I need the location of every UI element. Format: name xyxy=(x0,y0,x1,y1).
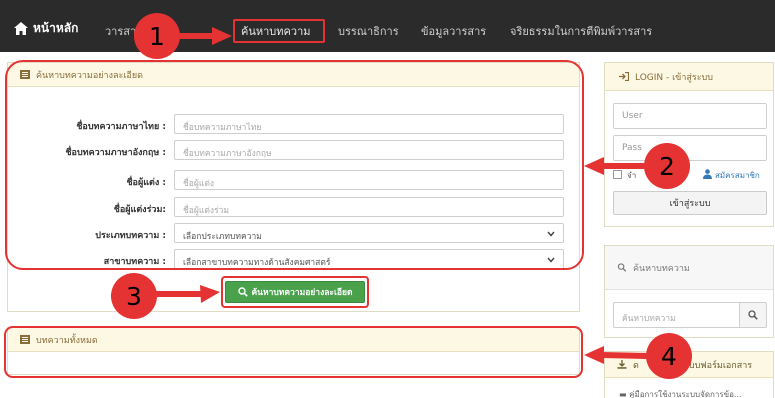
callout-1: 1 xyxy=(134,13,180,59)
sidebar-search-input[interactable]: ค้นหาบทความ xyxy=(613,302,740,328)
register-link[interactable]: สมัครสมาชิก xyxy=(715,169,760,182)
nav-item-ethics[interactable]: จริยธรรมในการตีพิมพ์วารสาร xyxy=(510,22,652,40)
annotation-box-all-articles xyxy=(4,326,583,378)
download-item-label: คู่มือการใช้งานระบบจัดการข้อ... xyxy=(629,390,742,398)
home-icon xyxy=(14,21,28,35)
annotation-box-nav xyxy=(233,19,325,43)
search-icon xyxy=(748,310,758,320)
arrow-4-head xyxy=(584,346,604,364)
download-item[interactable]: ▬ คู่มือการใช้งานระบบจัดการข้อ... xyxy=(619,388,742,398)
callout-3: 3 xyxy=(111,273,157,319)
nav-home-label: หน้าหลัก xyxy=(33,20,79,35)
login-header: LOGIN - เข้าสู่ระบบ xyxy=(605,63,773,91)
nav-item-editors[interactable]: บรรณาธิการ xyxy=(338,22,399,40)
downloads-title-start: ด xyxy=(633,360,639,371)
sidebar-search-header: ค้นหาบทความ xyxy=(605,246,773,290)
user-input[interactable]: User xyxy=(613,103,767,129)
sidebar-search-panel: ค้นหาบทความ ค้นหาบทความ xyxy=(604,245,774,338)
password-input[interactable]: Pass xyxy=(613,135,767,161)
downloads-title-end: บบฟอร์มเอกสาร xyxy=(688,360,753,371)
annotation-box-button xyxy=(221,276,369,308)
sidebar-search-button[interactable] xyxy=(739,302,767,328)
sidebar-search-title: ค้นหาบทความ xyxy=(633,263,690,274)
nav-item-journal-info[interactable]: ข้อมูลวารสาร xyxy=(421,22,486,40)
arrow-2-head xyxy=(584,157,604,175)
bullet-icon: ▬ xyxy=(619,390,630,398)
sign-in-icon xyxy=(619,72,629,81)
login-title: LOGIN - เข้าสู่ระบบ xyxy=(635,72,713,83)
user-icon xyxy=(703,169,712,179)
remember-row: จำ สมัครสมาชิก xyxy=(613,168,773,182)
login-button[interactable]: เข้าสู่ระบบ xyxy=(613,191,767,215)
top-navbar: หน้าหลัก วารสาร ค้นหาบทความ บรรณาธิการ ข… xyxy=(0,0,775,52)
download-icon xyxy=(617,360,627,369)
annotation-box-form xyxy=(5,60,584,270)
callout-2: 2 xyxy=(644,143,690,189)
remember-checkbox[interactable] xyxy=(613,170,622,179)
search-icon xyxy=(617,263,627,272)
nav-home-link[interactable]: หน้าหลัก xyxy=(14,20,78,36)
login-panel: LOGIN - เข้าสู่ระบบ User Pass จำ สมัครสม… xyxy=(604,62,774,227)
remember-label: จำ xyxy=(627,171,637,180)
callout-4: 4 xyxy=(646,333,692,379)
